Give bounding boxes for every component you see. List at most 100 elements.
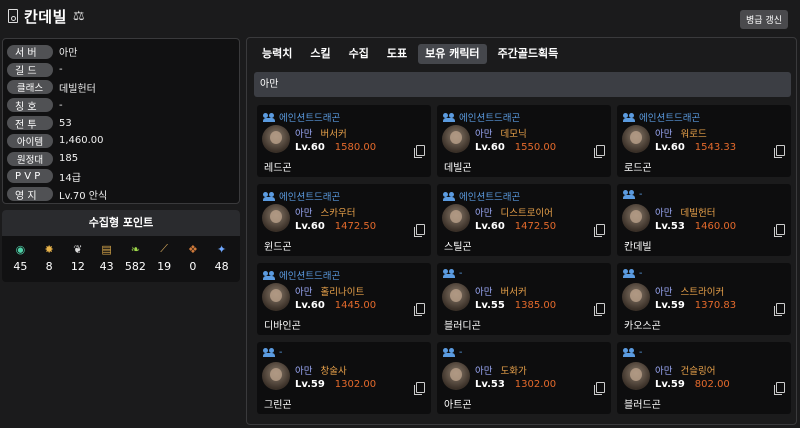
profile-label: 길 드	[7, 62, 53, 77]
character-card[interactable]: - 아만 스트라이커 Lv.59 1370.83 카오스곤	[617, 263, 791, 335]
server-class-line: 아만 워로드	[655, 126, 707, 140]
server-name: 아만	[295, 366, 313, 377]
collect-item[interactable]: ◉ 45	[7, 242, 33, 274]
collect-item[interactable]: ❧ 582	[122, 242, 148, 274]
char-level: Lv.59	[655, 300, 685, 311]
tab-stats[interactable]: 능력치	[255, 44, 299, 64]
character-card[interactable]: - 아만 도화가 Lv.53 1302.00 아트곤	[437, 342, 611, 414]
copy-icon[interactable]	[414, 303, 425, 316]
character-card[interactable]: - 아만 버서커 Lv.55 1385.00 블러디곤	[437, 263, 611, 335]
server-class-line: 아만 홀리나이트	[295, 284, 364, 298]
copy-icon[interactable]	[594, 303, 605, 316]
profile-row-pvp: P V P 14급	[7, 168, 235, 186]
character-card[interactable]: - 아만 데빌헌터 Lv.53 1460.00 칸데빌	[617, 184, 791, 256]
character-card[interactable]: 에인션트드래곤 아만 워로드 Lv.60 1543.33 로드곤	[617, 105, 791, 177]
item-level: 1580.00	[334, 142, 377, 153]
collect-item[interactable]: ✸ 8	[36, 242, 62, 274]
bookmark-icon[interactable]	[8, 9, 18, 23]
character-card[interactable]: - 아만 창술사 Lv.59 1302.00 그린곤	[257, 342, 431, 414]
copy-icon[interactable]	[414, 382, 425, 395]
class-name: 데빌헌터	[680, 208, 716, 219]
collect-value: 43	[99, 260, 114, 273]
character-card[interactable]: 에인션트드래곤 아만 홀리나이트 Lv.60 1445.00 디바인곤	[257, 263, 431, 335]
tab-weekly-gold[interactable]: 주간골드획득	[491, 44, 566, 64]
profile-label: 칭 호	[7, 98, 53, 113]
guild-icon	[263, 112, 275, 122]
copy-icon[interactable]	[594, 145, 605, 158]
guild-line: 에인션트드래곤	[263, 268, 340, 282]
profile-row-guild: 길 드-	[7, 61, 235, 79]
character-card[interactable]: 에인션트드래곤 아만 데모닉 Lv.60 1550.00 데빌곤	[437, 105, 611, 177]
character-card[interactable]: 에인션트드래곤 아만 디스트로이어 Lv.60 1472.50 스틸곤	[437, 184, 611, 256]
character-card[interactable]: 에인션트드래곤 아만 스카우터 Lv.60 1472.50 윈드곤	[257, 184, 431, 256]
guild-icon	[263, 270, 275, 280]
char-level: Lv.60	[475, 221, 505, 232]
profile-value: -	[59, 64, 63, 76]
class-name: 홀리나이트	[320, 287, 365, 298]
collect-item[interactable]: ▤ 43	[94, 242, 120, 274]
tab-skills[interactable]: 스킬	[303, 44, 337, 64]
guild-line: 에인션트드래곤	[623, 110, 700, 124]
collect-value: 0	[189, 260, 197, 273]
collect-item[interactable]: ❖ 0	[180, 242, 206, 274]
character-name: 레드곤	[264, 163, 292, 174]
tab-collection[interactable]: 수집	[342, 44, 376, 64]
guild-name: 에인션트드래곤	[459, 192, 521, 203]
server-section-header: 아만	[254, 72, 791, 97]
server-name: 아만	[295, 287, 313, 298]
server-class-line: 아만 스트라이커	[655, 284, 724, 298]
scale-icon[interactable]: ⚖	[73, 9, 85, 24]
masterpiece-icon: ▤	[101, 242, 112, 256]
copy-icon[interactable]	[774, 382, 785, 395]
update-button[interactable]: 병급 갱신	[740, 10, 788, 29]
level-line: Lv.53 1302.00	[475, 379, 556, 390]
collect-items: ◉ 45 ✸ 8 ❦ 12 ▤ 43 ❧ 582 ⟋ 19 ❖ 0 ✦ 48	[2, 236, 240, 273]
copy-icon[interactable]	[774, 224, 785, 237]
collect-item[interactable]: ✦ 48	[209, 242, 235, 274]
guild-name: -	[639, 347, 643, 358]
profile-value: 데빌헌터	[59, 83, 96, 95]
guild-line: 에인션트드래곤	[443, 110, 520, 124]
main-panel: 능력치 스킬 수집 도표 보유 캐릭터 주간골드획득 아만 에인션트드래곤 아만…	[246, 37, 797, 425]
guild-icon	[443, 348, 455, 357]
collect-value: 582	[124, 260, 146, 273]
copy-icon[interactable]	[414, 145, 425, 158]
guild-line: -	[623, 347, 642, 358]
copy-icon[interactable]	[774, 303, 785, 316]
class-name: 스카우터	[320, 208, 356, 219]
character-name: 카오스곤	[624, 321, 661, 332]
avatar	[442, 125, 470, 153]
tab-chart[interactable]: 도표	[380, 44, 414, 64]
server-name: 아만	[655, 208, 673, 219]
level-line: Lv.60 1550.00	[475, 142, 556, 153]
copy-icon[interactable]	[414, 224, 425, 237]
collect-item[interactable]: ⟋ 19	[151, 242, 177, 273]
server-class-line: 아만 디스트로이어	[475, 205, 553, 219]
guild-icon	[623, 190, 635, 199]
character-card[interactable]: 에인션트드래곤 아만 버서커 Lv.60 1580.00 레드곤	[257, 105, 431, 177]
profile-row-expedition: 원정대 185	[7, 150, 235, 168]
level-line: Lv.60 1472.50	[295, 221, 376, 232]
char-level: Lv.60	[475, 142, 505, 153]
item-level: 1460.00	[694, 221, 737, 232]
character-name: 스틸곤	[444, 242, 472, 253]
server-name: 아만	[475, 208, 493, 219]
class-name: 스트라이커	[680, 287, 725, 298]
collect-item[interactable]: ❦ 12	[65, 242, 91, 274]
character-name: 데빌곤	[444, 163, 472, 174]
character-card[interactable]: - 아만 건슬링어 Lv.59 802.00 블러드곤	[617, 342, 791, 414]
copy-icon[interactable]	[594, 382, 605, 395]
copy-icon[interactable]	[774, 145, 785, 158]
collect-value: 45	[13, 260, 28, 273]
sprout-icon: ❧	[130, 242, 140, 256]
server-class-line: 아만 스카우터	[295, 205, 355, 219]
item-level: 1445.00	[334, 300, 377, 311]
tab-bar: 능력치 스킬 수집 도표 보유 캐릭터 주간골드획득	[255, 44, 565, 64]
copy-icon[interactable]	[594, 224, 605, 237]
guild-line: -	[443, 347, 462, 358]
char-level: Lv.53	[475, 379, 505, 390]
item-level: 1472.50	[514, 221, 557, 232]
profile-row-combat: 전 투 53	[7, 114, 235, 132]
profile-value: -	[59, 99, 63, 111]
tab-characters[interactable]: 보유 캐릭터	[418, 44, 487, 64]
